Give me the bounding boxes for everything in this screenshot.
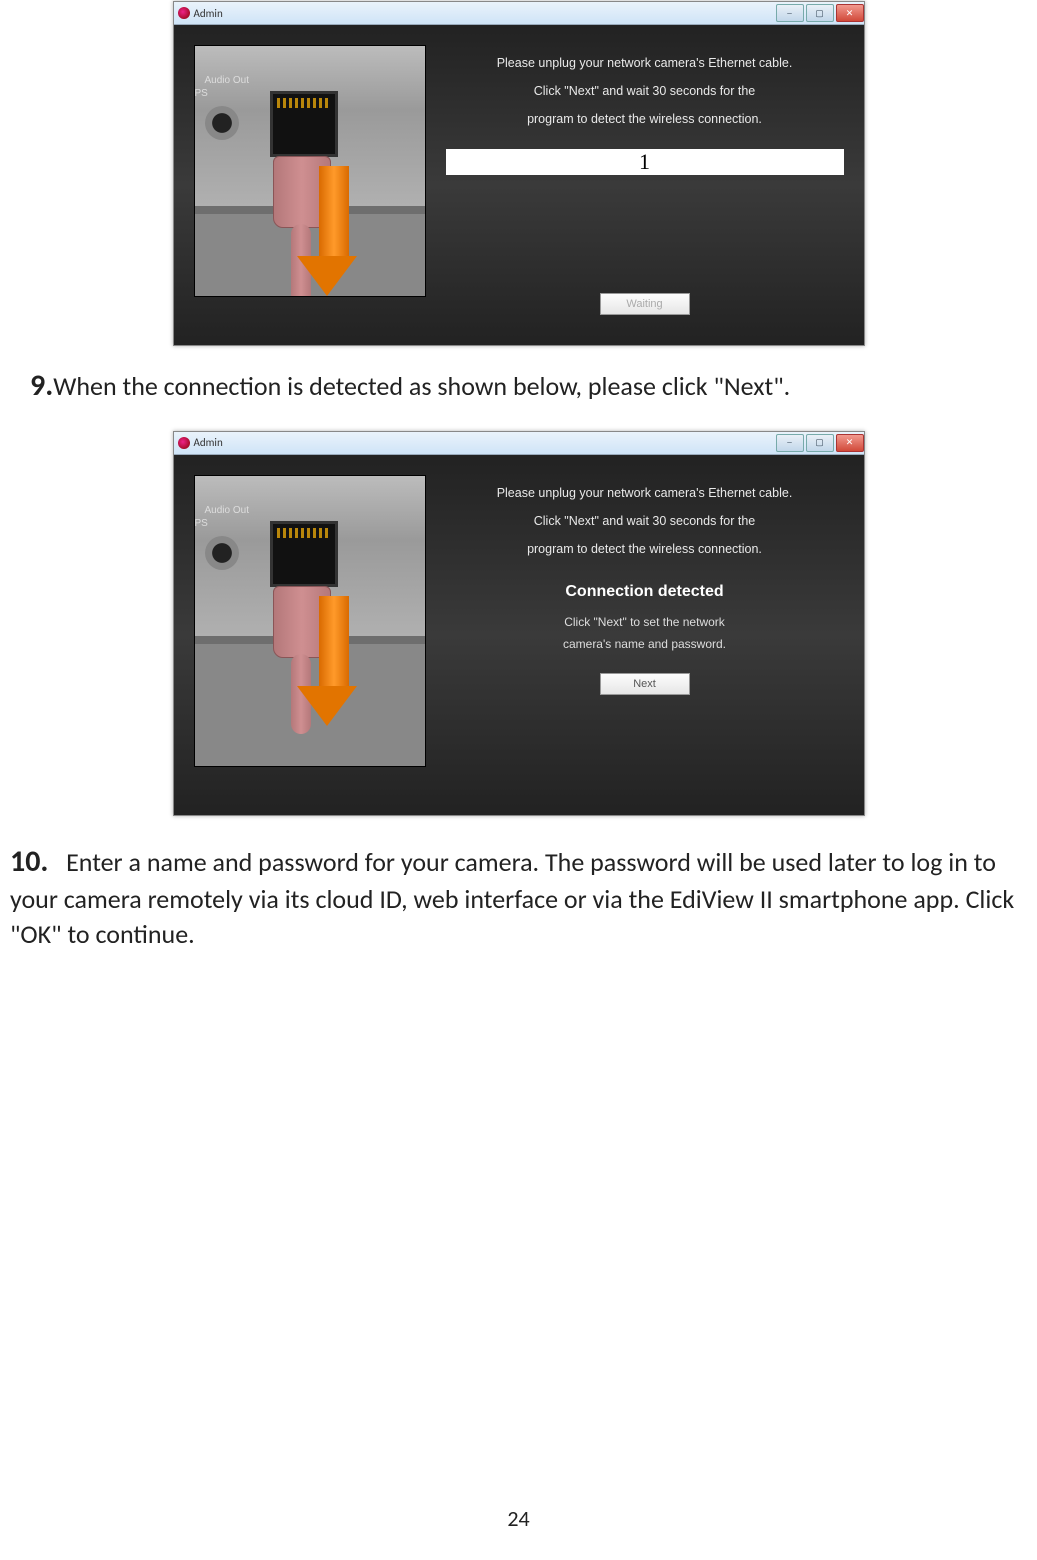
- device-illustration: PS Audio Out LAN: [194, 475, 426, 767]
- device-illustration: PS Audio Out LAN: [194, 45, 426, 297]
- ps-label: PS: [195, 88, 208, 99]
- minimize-icon: ─: [787, 437, 792, 448]
- audio-out-label: Audio Out: [205, 506, 249, 516]
- maximize-icon: ▢: [815, 8, 824, 19]
- lan-port-icon: [270, 521, 338, 587]
- step-9-body: When the connection is detected as shown…: [53, 370, 790, 402]
- connection-detected-title: Connection detected: [446, 583, 844, 601]
- close-button[interactable]: ✕: [836, 434, 864, 452]
- titlebar: Admin ─ ▢ ✕: [174, 2, 864, 25]
- app-icon: [178, 7, 190, 19]
- lan-port-icon: [270, 91, 338, 157]
- close-icon: ✕: [846, 8, 854, 19]
- window-controls: ─ ▢ ✕: [774, 4, 864, 22]
- countdown-number: 1: [446, 149, 844, 175]
- page-number: 24: [0, 1505, 1037, 1532]
- minimize-button[interactable]: ─: [776, 4, 804, 22]
- instruction-text: Please unplug your network camera's Ethe…: [446, 49, 844, 133]
- step-9-number: 9.: [30, 367, 53, 404]
- step-10-text: 10. Enter a name and password for your c…: [10, 842, 1027, 953]
- waiting-button: Waiting: [600, 293, 690, 315]
- ethernet-cable-icon: [263, 586, 343, 716]
- minimize-icon: ─: [787, 8, 792, 19]
- connection-detected-subtext: Click "Next" to set the network camera's…: [446, 611, 844, 655]
- app-body: PS Audio Out LAN Please unplug your net: [174, 455, 864, 815]
- button-row: Next: [446, 673, 844, 705]
- window-controls: ─ ▢ ✕: [774, 434, 864, 452]
- titlebar: Admin ─ ▢ ✕: [174, 432, 864, 455]
- document-page: Admin ─ ▢ ✕ PS Audio Out LAN: [0, 1, 1037, 1560]
- unplug-arrow-icon: [312, 166, 357, 296]
- instruction-panel: Please unplug your network camera's Ethe…: [446, 45, 844, 325]
- ethernet-cable-icon: [263, 156, 343, 286]
- window-title: Admin: [194, 436, 223, 449]
- titlebar-left: Admin: [178, 436, 223, 449]
- close-icon: ✕: [846, 437, 854, 448]
- app-body: PS Audio Out LAN Please unplug your net: [174, 25, 864, 345]
- close-button[interactable]: ✕: [836, 4, 864, 22]
- step-9-text: 9.When the connection is detected as sho…: [30, 366, 1007, 407]
- unplug-arrow-icon: [312, 596, 357, 726]
- maximize-button[interactable]: ▢: [806, 434, 834, 452]
- admin-window-1: Admin ─ ▢ ✕ PS Audio Out LAN: [173, 1, 865, 346]
- next-button[interactable]: Next: [600, 673, 690, 695]
- ps-label: PS: [195, 518, 208, 529]
- audio-port-icon: [205, 536, 239, 570]
- audio-port-icon: [205, 106, 239, 140]
- step-10-body: Enter a name and password for your camer…: [10, 846, 1014, 951]
- button-row: Waiting: [446, 293, 844, 325]
- step-10-number: 10.: [10, 843, 48, 880]
- titlebar-left: Admin: [178, 7, 223, 20]
- audio-out-label: Audio Out: [205, 76, 249, 86]
- app-icon: [178, 437, 190, 449]
- maximize-button[interactable]: ▢: [806, 4, 834, 22]
- minimize-button[interactable]: ─: [776, 434, 804, 452]
- maximize-icon: ▢: [815, 437, 824, 448]
- instruction-text: Please unplug your network camera's Ethe…: [446, 479, 844, 563]
- admin-window-2: Admin ─ ▢ ✕ PS Audio Out LAN: [173, 431, 865, 816]
- instruction-panel: Please unplug your network camera's Ethe…: [446, 475, 844, 795]
- window-title: Admin: [194, 7, 223, 20]
